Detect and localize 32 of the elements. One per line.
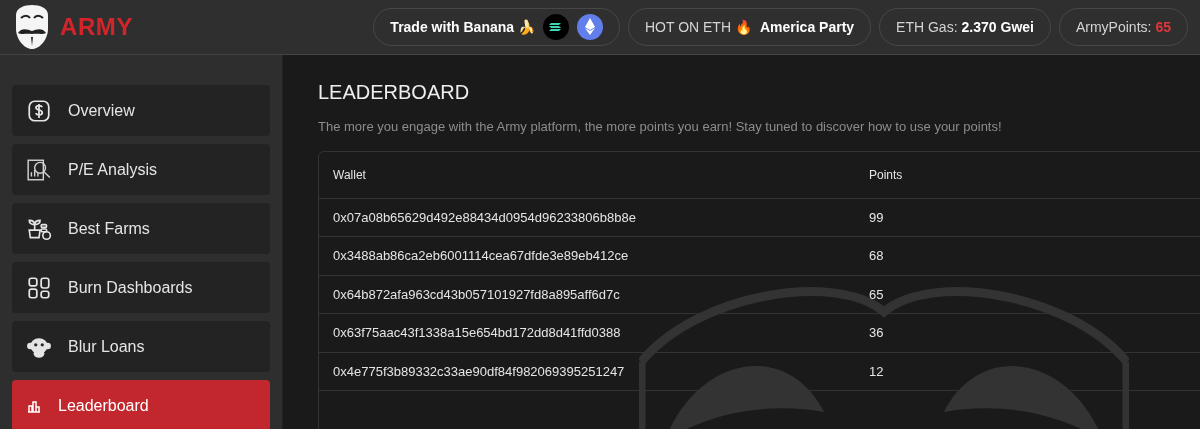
points-value: 65: [1155, 17, 1171, 37]
solana-icon: [542, 14, 569, 40]
table-cell-text: 0x63f75aac43f1338a15e654bd172dd8d41ffd0388: [332, 324, 622, 342]
grid-icon: [26, 274, 52, 301]
sidebar-item[interactable]: Best Farms: [12, 203, 270, 254]
table-cell-text: 68: [869, 247, 884, 265]
table-cell-text: 12: [869, 362, 884, 381]
hot-label: HOT ON ETH 🔥: [644, 17, 752, 37]
page-description: The more you engage with the Army platform, the more points you earn! Stay tuned to discover how to use your points!: [318, 118, 1003, 136]
page-title: LEADERBOARD: [318, 80, 471, 105]
table-cell-text: 0x4e775f3b89332c33ae90df84f982069395251247: [332, 362, 626, 381]
table-cell-text: 36: [869, 324, 884, 342]
table-cell-text: 0x64b872afa963cd43b057101927fd8a895aff6d7c: [332, 285, 621, 304]
sidebar-item[interactable]: Overview: [12, 85, 270, 136]
table-cell-text: 0x07a08b65629d492e88434d0954d96233806b8b8e: [332, 208, 637, 227]
trade-banana-label: Trade with Banana 🍌: [390, 17, 535, 37]
table-cell-text: 99: [869, 208, 884, 227]
ethereum-icon: [576, 14, 603, 40]
dollar-icon: [26, 97, 52, 124]
column-header: Points: [869, 166, 903, 184]
gas-label: ETH Gas:: [896, 17, 958, 37]
sidebar-item[interactable]: Leaderboard: [12, 380, 270, 429]
gas-value: 2.370 Gwei: [961, 17, 1034, 37]
logo-text: ARMY: [60, 12, 134, 42]
column-header: Wallet: [332, 166, 367, 184]
sidebar-item[interactable]: P/E Analysis: [12, 144, 270, 195]
sidebar-item[interactable]: Blur Loans: [12, 321, 270, 372]
hot-value: America Party: [759, 17, 855, 37]
sidebar-item[interactable]: Burn Dashboards: [12, 262, 270, 313]
table-cell-text: 0x3488ab86ca2eb6001114cea67dfde3e89eb412ce: [332, 247, 630, 265]
table-cell-text: 65: [869, 285, 884, 304]
points-label: ArmyPoints:: [1075, 17, 1152, 37]
